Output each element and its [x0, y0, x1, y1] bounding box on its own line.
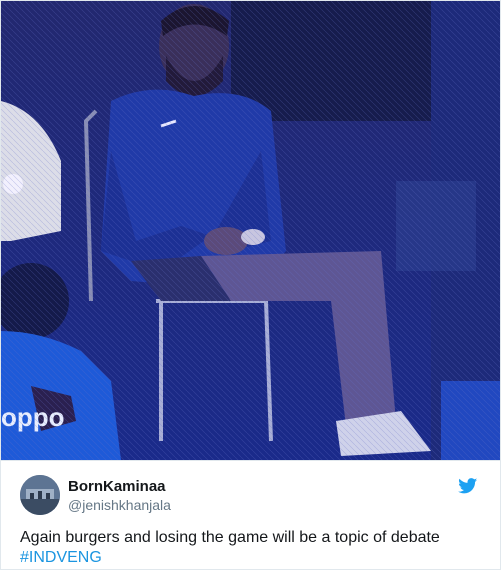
tweet-body: Again burgers and losing the game will b…: [20, 529, 440, 546]
tweet-photo[interactable]: oppo: [1, 1, 500, 460]
author-display-name[interactable]: BornKaminaa: [68, 478, 166, 496]
hashtag-link[interactable]: #INDVENG: [20, 548, 490, 568]
avatar-image: [20, 475, 60, 515]
tweet-card: oppo BornKaminaa @jenishkhanjala Again b…: [0, 0, 501, 570]
tweet-text: Again burgers and losing the game will b…: [20, 528, 490, 568]
media-divider: [1, 460, 500, 461]
stadium-photo: oppo: [1, 1, 500, 460]
twitter-bird-icon-glyph: [458, 478, 478, 494]
author-handle[interactable]: @jenishkhanjala: [68, 496, 171, 514]
twitter-bird-icon[interactable]: [458, 478, 478, 494]
avatar[interactable]: [20, 475, 60, 515]
